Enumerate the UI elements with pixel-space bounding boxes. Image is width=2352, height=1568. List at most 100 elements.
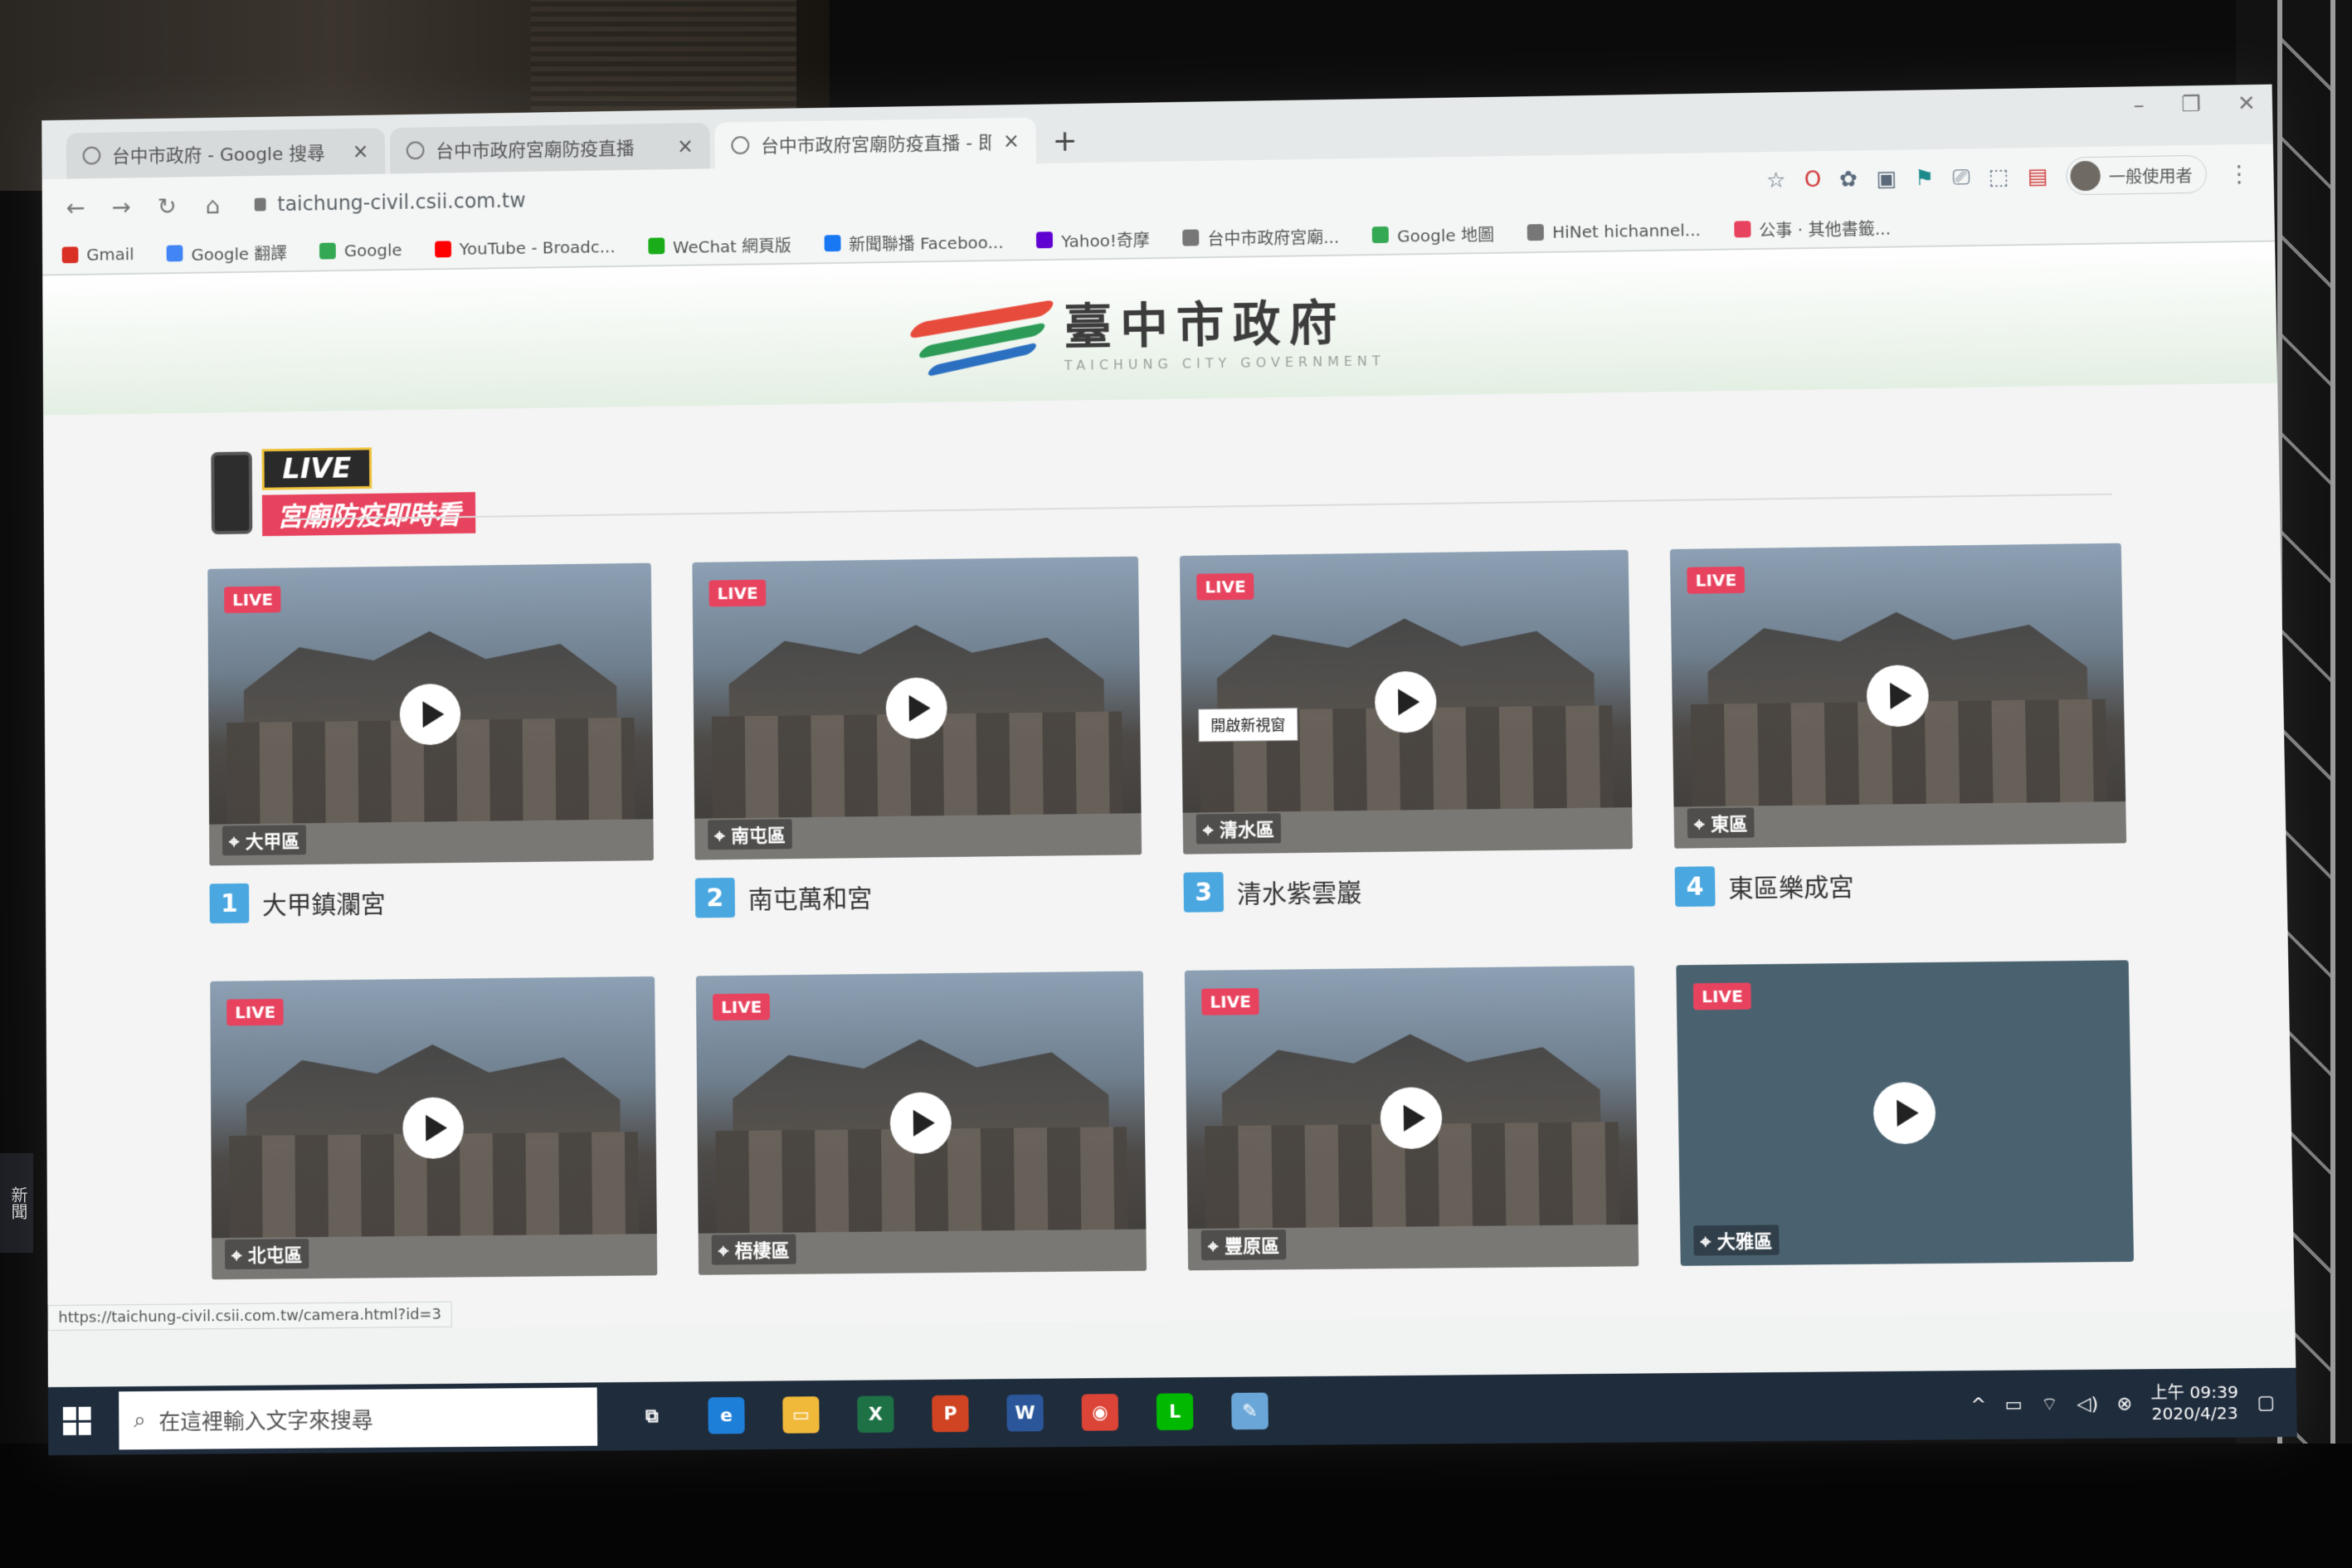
bookmark-item[interactable]: HiNet hichannel...	[1527, 220, 1701, 242]
play-icon[interactable]	[1380, 1087, 1443, 1150]
google-icon	[319, 242, 337, 260]
tab-close-icon[interactable]: ×	[1003, 129, 1020, 153]
live-badge: LIVE	[1692, 982, 1752, 1010]
play-icon[interactable]	[402, 1097, 465, 1160]
card-caption[interactable]: 3 清水紫雲巖	[1183, 867, 1633, 913]
translate-extension-icon[interactable]: ⚑	[1915, 166, 1935, 191]
card-number: 3	[1183, 872, 1225, 913]
tab-2[interactable]: 台中市政府宮廟防疫直播 ×	[389, 122, 710, 174]
maximize-button[interactable]: ❐	[2181, 92, 2201, 117]
bookmark-item[interactable]: Yahoo!奇摩	[1036, 226, 1150, 252]
camera-card[interactable]: LIVE ⌖ 大甲區 1 大甲鎮瀾宮	[207, 562, 655, 924]
reload-button[interactable]: ↻	[153, 192, 182, 220]
location-label: ⌖ 豐原區	[1200, 1229, 1287, 1261]
hover-tooltip: 開啟新視窗	[1198, 707, 1298, 743]
task-view-icon[interactable]: ⧉	[633, 1397, 670, 1435]
window-controls: – ❐ ✕	[2133, 91, 2256, 118]
cast-extension-icon[interactable]: ⎚	[1952, 165, 1970, 191]
word-icon[interactable]: W	[1006, 1394, 1044, 1432]
line-icon[interactable]: L	[1156, 1393, 1194, 1431]
file-explorer-icon[interactable]: ▭	[782, 1396, 820, 1434]
bookmark-item[interactable]: Google 地圖	[1371, 221, 1494, 246]
powerpoint-icon[interactable]: P	[932, 1395, 969, 1433]
input-method-icon[interactable]: ⊗	[2116, 1393, 2132, 1414]
location-label: ⌖ 北屯區	[224, 1239, 309, 1270]
chevron-up-icon[interactable]: ^	[1970, 1395, 1986, 1415]
camera-card[interactable]: LIVE ⌖ 梧棲區	[695, 971, 1147, 1275]
site-logo-text[interactable]: 臺中市政府 TAICHUNG CITY GOVERNMENT	[1064, 283, 1385, 373]
opera-extension-icon[interactable]: O	[1804, 168, 1821, 192]
bookmark-item[interactable]: YouTube - Broadc...	[434, 236, 616, 259]
tab-3-active[interactable]: 台中市政府宮廟防疫直播 - 即時影像 ×	[714, 117, 1036, 169]
video-thumbnail[interactable]: LIVE 開啟新視窗 ⌖ 清水區	[1179, 549, 1633, 855]
gmail-icon	[61, 246, 79, 264]
battery-icon[interactable]: ▭	[2004, 1394, 2023, 1415]
projected-screen: 台中市政府 - Google 搜尋 × 台中市政府宮廟防疫直播 × 台中市政府宮…	[41, 84, 2297, 1456]
bookmark-item[interactable]: 台中市政府宮廟...	[1182, 223, 1339, 250]
tab-1[interactable]: 台中市政府 - Google 搜尋 ×	[66, 128, 386, 179]
system-clock[interactable]: 上午 09:39 2020/4/23	[2150, 1382, 2239, 1425]
bookmark-item[interactable]: WeChat 網頁版	[648, 232, 791, 258]
globe-icon	[1527, 224, 1545, 241]
extension-icon[interactable]: ✿	[1839, 167, 1858, 192]
close-window-button[interactable]: ✕	[2238, 91, 2257, 116]
card-number: 1	[209, 883, 250, 924]
camera-card[interactable]: LIVE ⌖ 北屯區	[210, 976, 658, 1280]
taichung-logo-icon[interactable]	[907, 294, 1058, 377]
menu-kebab-icon[interactable]: ⋮	[2225, 159, 2254, 187]
camera-card[interactable]: LIVE ⌖ 東區 4 東區樂成宮	[1669, 543, 2128, 908]
tab-close-icon[interactable]: ×	[677, 134, 694, 158]
location-label: ⌖ 東區	[1687, 807, 1755, 839]
google-favicon-icon	[82, 146, 101, 165]
camera-card[interactable]: LIVE ⌖ 南屯區 2 南屯萬和宮	[692, 556, 1142, 918]
video-thumbnail[interactable]: LIVE ⌖ 南屯區	[692, 556, 1142, 860]
video-thumbnail[interactable]: LIVE ⌖ 北屯區	[210, 976, 658, 1280]
notes-icon[interactable]: ✎	[1231, 1392, 1269, 1430]
notification-icon[interactable]: ▢	[2257, 1392, 2275, 1414]
windows-start-icon[interactable]	[62, 1406, 91, 1435]
video-thumbnail[interactable]: LIVE ⌖ 梧棲區	[695, 971, 1147, 1275]
card-caption[interactable]: 2 南屯萬和宮	[694, 873, 1142, 918]
phone-icon	[211, 451, 253, 535]
profile-button[interactable]: 一般使用者	[2066, 154, 2208, 196]
minimize-button[interactable]: –	[2133, 93, 2145, 118]
location-label: ⌖ 大雅區	[1693, 1225, 1780, 1256]
camera-card[interactable]: LIVE 開啟新視窗 ⌖ 清水區 3 清水紫雲巖	[1179, 549, 1634, 913]
live-badge: LIVE	[712, 993, 771, 1021]
bookmark-item[interactable]: 新聞聯播 Faceboo...	[824, 229, 1004, 256]
capture-extension-icon[interactable]: ⬚	[1988, 165, 2009, 190]
video-thumbnail[interactable]: LIVE ⌖ 豐原區	[1184, 965, 1639, 1271]
excel-icon[interactable]: X	[857, 1395, 894, 1434]
video-thumbnail[interactable]: LIVE ⌖ 大雅區	[1676, 960, 2135, 1266]
forward-button[interactable]: →	[107, 193, 135, 221]
video-thumbnail[interactable]: LIVE ⌖ 大甲區	[207, 562, 654, 866]
network-icon[interactable]: ⌔	[2041, 1393, 2058, 1417]
tab-close-icon[interactable]: ×	[352, 139, 368, 163]
live-badge: LIVE	[709, 579, 767, 607]
bookmark-star-icon[interactable]: ☆	[1766, 168, 1786, 193]
bookmark-item[interactable]: 公事 · 其他書籤...	[1733, 215, 1891, 241]
play-icon[interactable]	[889, 1092, 952, 1155]
chrome-icon[interactable]: ◉	[1081, 1394, 1119, 1431]
edge-icon[interactable]: e	[708, 1396, 745, 1434]
calendar-extension-icon[interactable]: ▤	[2027, 164, 2048, 189]
card-caption[interactable]: 1 大甲鎮瀾宮	[209, 879, 655, 924]
volume-icon[interactable]: ◁)	[2077, 1394, 2098, 1415]
bookmark-item[interactable]: Gmail	[61, 244, 134, 265]
home-button[interactable]: ⌂	[199, 192, 227, 219]
location-label: ⌖ 清水區	[1195, 813, 1282, 845]
play-icon[interactable]	[1872, 1081, 1936, 1145]
video-thumbnail[interactable]: LIVE ⌖ 東區	[1669, 543, 2127, 849]
back-button[interactable]: ←	[61, 193, 90, 222]
camera-card[interactable]: LIVE ⌖ 豐原區	[1184, 965, 1639, 1271]
new-tab-button[interactable]: +	[1052, 124, 1077, 158]
card-caption[interactable]: 4 東區樂成宮	[1674, 861, 2128, 908]
bookmark-item[interactable]: Google	[319, 240, 402, 261]
floor	[0, 1444, 2352, 1568]
live-badge: LIVE	[224, 586, 281, 614]
bookmark-item[interactable]: Google 翻譯	[166, 240, 287, 265]
camera-card[interactable]: LIVE ⌖ 大雅區	[1676, 960, 2135, 1266]
taskbar-search[interactable]: ⌕ 在這裡輸入文字來搜尋	[119, 1387, 598, 1450]
screenshot-extension-icon[interactable]: ▣	[1876, 167, 1897, 192]
globe-icon	[1182, 229, 1200, 246]
